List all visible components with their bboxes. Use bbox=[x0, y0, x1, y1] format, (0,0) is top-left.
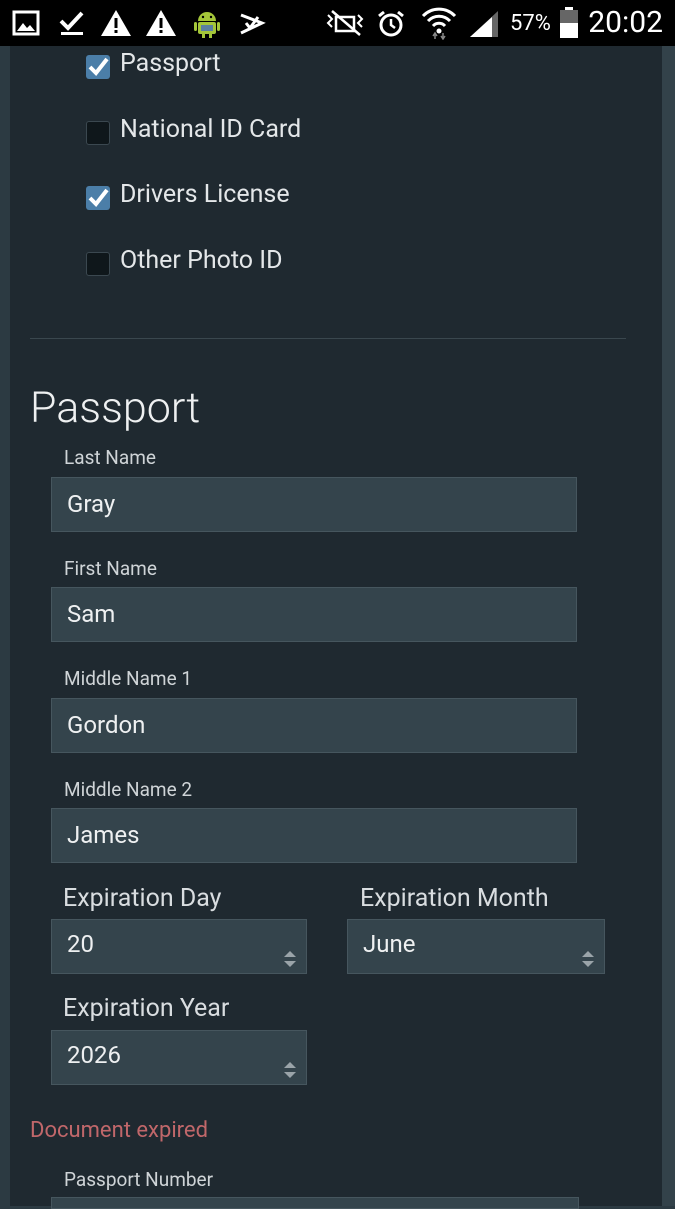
checkbox-label: Other Photo ID bbox=[120, 246, 283, 275]
error-message: Document expired bbox=[30, 1118, 208, 1143]
task-check-icon bbox=[58, 9, 86, 41]
checkbox-label: Passport bbox=[120, 49, 221, 78]
first-name-label: First Name bbox=[64, 557, 157, 580]
last-name-input[interactable]: Gray bbox=[51, 477, 577, 532]
expiration-day-label: Expiration Day bbox=[63, 884, 222, 913]
middle-name-1-input[interactable]: Gordon bbox=[51, 698, 577, 753]
warning-icon bbox=[100, 9, 132, 41]
android-icon bbox=[193, 9, 221, 43]
checkbox-checked[interactable] bbox=[86, 186, 110, 210]
expiration-year-value: 2026 bbox=[67, 1041, 121, 1069]
select-arrows-icon bbox=[581, 937, 595, 985]
expiration-year-select[interactable]: 2026 bbox=[51, 1030, 307, 1085]
status-bar: 57% 20:02 bbox=[0, 0, 675, 46]
last-name-label: Last Name bbox=[64, 446, 156, 469]
battery-percent: 57% bbox=[510, 11, 551, 36]
expiration-month-select[interactable]: June bbox=[347, 919, 605, 974]
first-name-input[interactable]: Sam bbox=[51, 587, 577, 642]
checkbox-label: Drivers License bbox=[120, 180, 290, 209]
expiration-month-label: Expiration Month bbox=[360, 884, 549, 913]
wifi-icon bbox=[420, 4, 458, 44]
signal-icon bbox=[468, 9, 500, 43]
battery-icon bbox=[558, 6, 580, 44]
gallery-icon bbox=[12, 9, 40, 41]
checkbox-unchecked[interactable] bbox=[86, 121, 110, 145]
expiration-day-value: 20 bbox=[67, 930, 94, 958]
checkbox-unchecked[interactable] bbox=[86, 252, 110, 276]
middle-name-2-input[interactable]: James bbox=[51, 808, 577, 863]
mute-icon bbox=[326, 9, 366, 41]
page-edge bbox=[662, 46, 675, 1206]
expiration-month-value: June bbox=[363, 930, 416, 958]
select-arrows-icon bbox=[283, 1048, 297, 1096]
select-arrows-icon bbox=[283, 937, 297, 985]
warning-icon bbox=[145, 9, 177, 41]
checkbox-checked[interactable] bbox=[86, 55, 110, 79]
expiration-day-select[interactable]: 20 bbox=[51, 919, 307, 974]
passport-number-input[interactable] bbox=[51, 1197, 579, 1209]
divider bbox=[30, 338, 626, 339]
section-title: Passport bbox=[30, 383, 201, 433]
expiration-year-label: Expiration Year bbox=[63, 994, 230, 1023]
checklist-icon bbox=[238, 9, 266, 41]
passport-number-label: Passport Number bbox=[64, 1168, 214, 1191]
clock: 20:02 bbox=[588, 5, 663, 40]
middle-name-2-label: Middle Name 2 bbox=[64, 778, 193, 801]
checkbox-label: National ID Card bbox=[120, 115, 302, 144]
middle-name-1-label: Middle Name 1 bbox=[64, 667, 193, 690]
alarm-icon bbox=[376, 9, 406, 43]
